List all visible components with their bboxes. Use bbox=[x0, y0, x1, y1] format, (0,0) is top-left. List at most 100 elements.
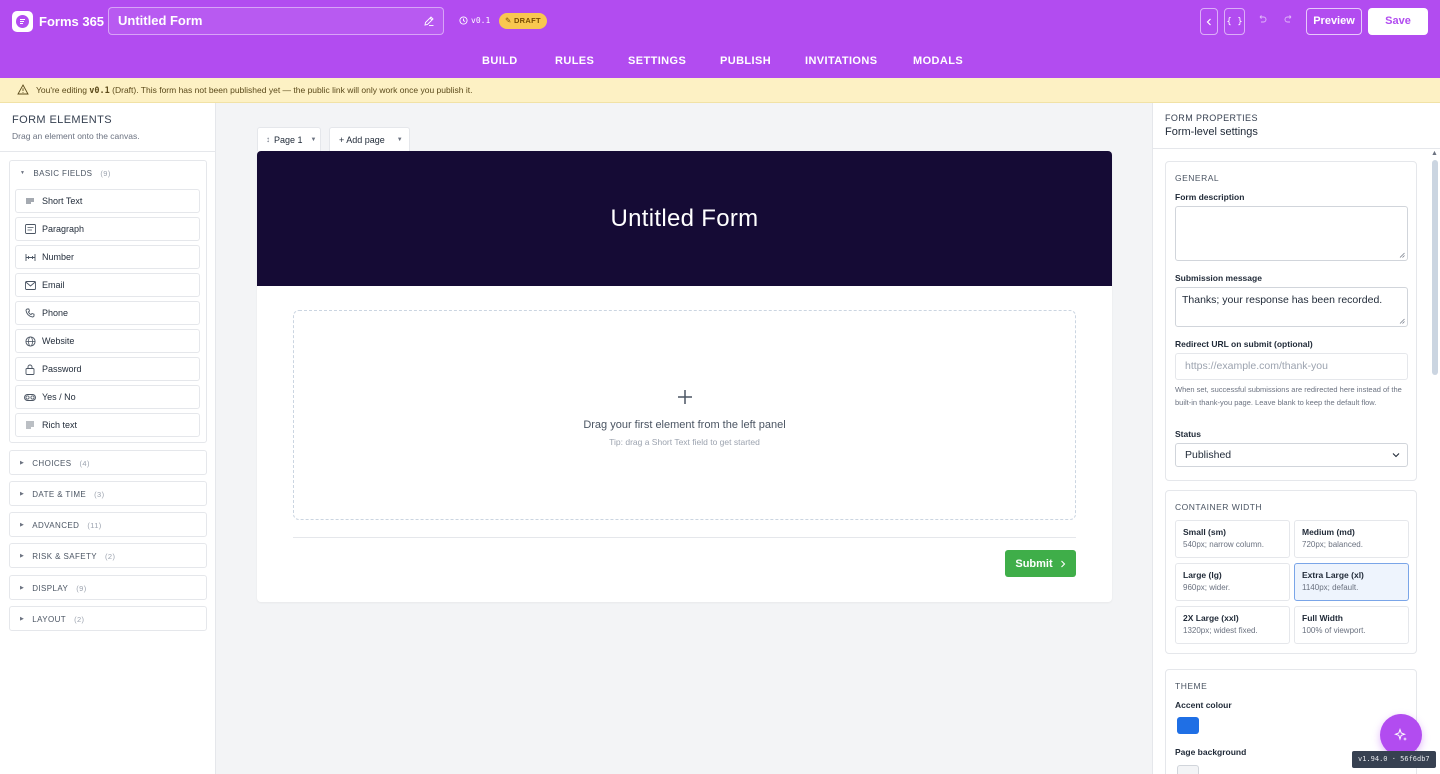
submit-button[interactable]: Submit bbox=[1005, 550, 1076, 577]
field-label: Number bbox=[42, 252, 75, 262]
field-label: Email bbox=[42, 280, 65, 290]
phone-icon bbox=[24, 308, 36, 318]
category-header: ▶ CHOICES (4) bbox=[20, 456, 90, 470]
rich-text-icon bbox=[24, 421, 36, 429]
container-width-section: CONTAINER WIDTH Small (sm) 540px; narrow… bbox=[1165, 490, 1417, 654]
field-yes-no[interactable]: Yes / No bbox=[15, 385, 200, 409]
logo-icon bbox=[20, 18, 25, 25]
field-short-text[interactable]: Short Text bbox=[15, 189, 200, 213]
globe-icon bbox=[24, 335, 36, 347]
width-option-full[interactable]: Full Width 100% of viewport. bbox=[1294, 606, 1409, 644]
page-background-swatch[interactable] bbox=[1177, 765, 1199, 774]
width-option-xl[interactable]: Extra Large (xl) 1140px; default. bbox=[1294, 563, 1409, 601]
tab-invitations[interactable]: INVITATIONS bbox=[805, 55, 877, 67]
short-text-icon bbox=[24, 197, 36, 205]
basic-fields-header[interactable]: ▼ BASIC FIELDS (9) bbox=[20, 166, 111, 180]
category-count: (2) bbox=[74, 614, 85, 624]
status-select[interactable]: Published bbox=[1175, 443, 1408, 467]
category-date-time[interactable]: ▶ DATE & TIME (3) bbox=[9, 481, 207, 506]
width-option-md[interactable]: Medium (md) 720px; balanced. bbox=[1294, 520, 1409, 558]
undo-button[interactable] bbox=[1257, 14, 1267, 27]
category-header: ▶ RISK & SAFETY (2) bbox=[20, 549, 115, 563]
field-website[interactable]: Website bbox=[15, 329, 200, 353]
add-page-button[interactable]: + Add page ▼ bbox=[329, 127, 410, 151]
option-desc: 1140px; default. bbox=[1302, 583, 1359, 592]
category-count: (11) bbox=[87, 520, 102, 530]
category-label: DISPLAY bbox=[32, 583, 69, 593]
lock-icon bbox=[24, 364, 36, 375]
redo-button[interactable] bbox=[1284, 14, 1294, 27]
tab-publish[interactable]: PUBLISH bbox=[720, 55, 771, 67]
resize-grip-icon[interactable] bbox=[1399, 252, 1405, 258]
category-display[interactable]: ▶ DISPLAY (9) bbox=[9, 575, 207, 600]
drop-zone[interactable]: Drag your first element from the left pa… bbox=[293, 310, 1076, 520]
form-elements-panel: FORM ELEMENTS Drag an element onto the c… bbox=[0, 103, 216, 774]
resize-grip-icon[interactable] bbox=[1399, 318, 1405, 324]
option-name: Large (lg) bbox=[1183, 570, 1222, 580]
drop-zone-tip: Tip: drag a Short Text field to get star… bbox=[609, 437, 760, 447]
form-title-input[interactable]: Untitled Form bbox=[108, 7, 444, 35]
ai-assistant-button[interactable] bbox=[1380, 714, 1422, 756]
form-canvas: ↕ Page 1 ▼ + Add page ▼ Untitled Form Dr… bbox=[216, 103, 1152, 774]
sparkle-icon bbox=[1394, 728, 1407, 741]
category-label: CHOICES bbox=[32, 458, 72, 468]
pencil-icon[interactable] bbox=[423, 15, 435, 27]
width-option-xxl[interactable]: 2X Large (xxl) 1320px; widest fixed. bbox=[1175, 606, 1290, 644]
field-number[interactable]: Number bbox=[15, 245, 200, 269]
option-name: Medium (md) bbox=[1302, 527, 1355, 537]
section-title: GENERAL bbox=[1175, 173, 1220, 183]
tab-rules[interactable]: RULES bbox=[555, 55, 594, 67]
draft-badge: ✎ DRAFT bbox=[499, 13, 547, 29]
scroll-up-icon[interactable]: ▲ bbox=[1431, 150, 1438, 157]
field-phone[interactable]: Phone bbox=[15, 301, 200, 325]
form-heading[interactable]: Untitled Form bbox=[257, 151, 1112, 286]
draft-pencil-icon: ✎ bbox=[505, 16, 514, 25]
field-label: Password bbox=[42, 364, 82, 374]
category-layout[interactable]: ▶ LAYOUT (2) bbox=[9, 606, 207, 631]
option-desc: 540px; narrow column. bbox=[1183, 540, 1264, 549]
category-label: ADVANCED bbox=[32, 520, 80, 530]
add-page-label: + Add page bbox=[339, 134, 385, 145]
category-label: RISK & SAFETY bbox=[32, 551, 98, 561]
field-password[interactable]: Password bbox=[15, 357, 200, 381]
tab-settings[interactable]: SETTINGS bbox=[628, 55, 686, 67]
page-tab-1[interactable]: ↕ Page 1 ▼ bbox=[257, 127, 321, 151]
field-rich-text[interactable]: Rich text bbox=[15, 413, 200, 437]
collapse-button[interactable] bbox=[1200, 8, 1218, 35]
redirect-url-input[interactable]: https://example.com/thank-you bbox=[1175, 353, 1408, 380]
warning-icon bbox=[17, 84, 29, 95]
tab-modals[interactable]: MODALS bbox=[913, 55, 963, 67]
category-choices[interactable]: ▶ CHOICES (4) bbox=[9, 450, 207, 475]
version-indicator[interactable]: v0.1 bbox=[459, 16, 490, 25]
section-title: THEME bbox=[1175, 681, 1208, 691]
app-logo[interactable] bbox=[12, 11, 33, 32]
field-label: Phone bbox=[42, 308, 69, 318]
preview-button[interactable]: Preview bbox=[1306, 8, 1362, 35]
category-count: (2) bbox=[105, 551, 116, 561]
width-option-lg[interactable]: Large (lg) 960px; wider. bbox=[1175, 563, 1290, 601]
field-label: Short Text bbox=[42, 196, 83, 206]
option-name: Extra Large (xl) bbox=[1302, 570, 1364, 580]
chevron-down-icon[interactable]: ▼ bbox=[311, 137, 317, 143]
draft-banner: You're editing v0.1 (Draft). This form h… bbox=[0, 78, 1440, 103]
accent-colour-swatch[interactable] bbox=[1177, 717, 1199, 734]
field-paragraph[interactable]: Paragraph bbox=[15, 217, 200, 241]
form-description-textarea[interactable] bbox=[1175, 206, 1408, 261]
submission-message-textarea[interactable]: Thanks; your response has been recorded. bbox=[1175, 287, 1408, 327]
chevron-down-icon[interactable]: ▼ bbox=[397, 137, 403, 143]
tab-build[interactable]: BUILD bbox=[482, 55, 518, 67]
field-email[interactable]: Email bbox=[15, 273, 200, 297]
save-button[interactable]: Save bbox=[1368, 8, 1428, 35]
plus-icon bbox=[678, 390, 692, 404]
drag-handle-icon[interactable]: ↕ bbox=[266, 135, 270, 144]
right-panel-scrollbar[interactable] bbox=[1432, 160, 1438, 375]
drop-zone-text: Drag your first element from the left pa… bbox=[583, 419, 786, 431]
banner-version: v0.1 bbox=[89, 86, 110, 96]
width-option-sm[interactable]: Small (sm) 540px; narrow column. bbox=[1175, 520, 1290, 558]
category-risk-safety[interactable]: ▶ RISK & SAFETY (2) bbox=[9, 543, 207, 568]
top-bar: Forms 365 Untitled Form v0.1 ✎ DRAFT { }… bbox=[0, 0, 1440, 78]
collapsed-triangle-icon: ▶ bbox=[20, 553, 25, 559]
category-advanced[interactable]: ▶ ADVANCED (11) bbox=[9, 512, 207, 537]
collapsed-triangle-icon: ▶ bbox=[20, 585, 25, 591]
code-button[interactable]: { } bbox=[1224, 8, 1245, 35]
